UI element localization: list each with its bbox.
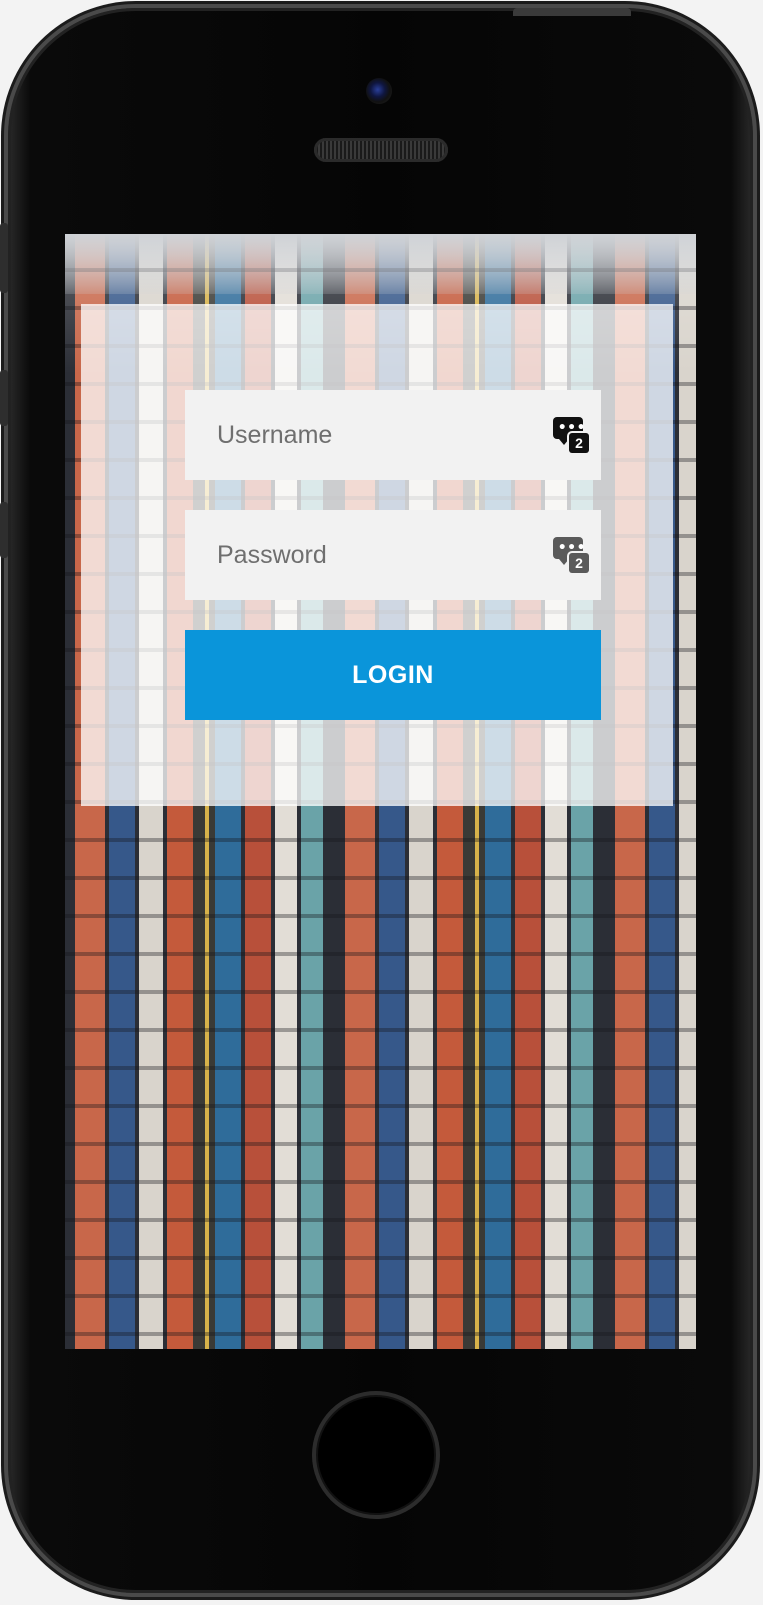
mute-switch [0, 223, 8, 293]
password-manager-icon[interactable]: ••• 2 [553, 537, 589, 573]
username-field[interactable]: ••• 2 [185, 390, 601, 480]
username-input[interactable] [215, 419, 553, 451]
password-manager-badge: 2 [569, 433, 589, 453]
password-input[interactable] [215, 539, 553, 571]
password-field[interactable]: ••• 2 [185, 510, 601, 600]
volume-up-button [0, 370, 8, 426]
earpiece-speaker [314, 138, 448, 162]
home-button[interactable] [312, 1391, 440, 1519]
login-panel: ••• 2 ••• 2 LOGIN [81, 304, 673, 806]
password-manager-icon[interactable]: ••• 2 [553, 417, 589, 453]
password-manager-badge: 2 [569, 553, 589, 573]
password-manager-dots: ••• [558, 420, 587, 436]
login-button[interactable]: LOGIN [185, 630, 601, 720]
power-button [513, 8, 631, 16]
phone-frame: ••• 2 ••• 2 LOGIN [0, 8, 753, 1593]
front-camera [366, 78, 392, 104]
password-manager-dots: ••• [558, 540, 587, 556]
volume-down-button [0, 502, 8, 558]
screen-background-image: ••• 2 ••• 2 LOGIN [65, 234, 696, 1349]
